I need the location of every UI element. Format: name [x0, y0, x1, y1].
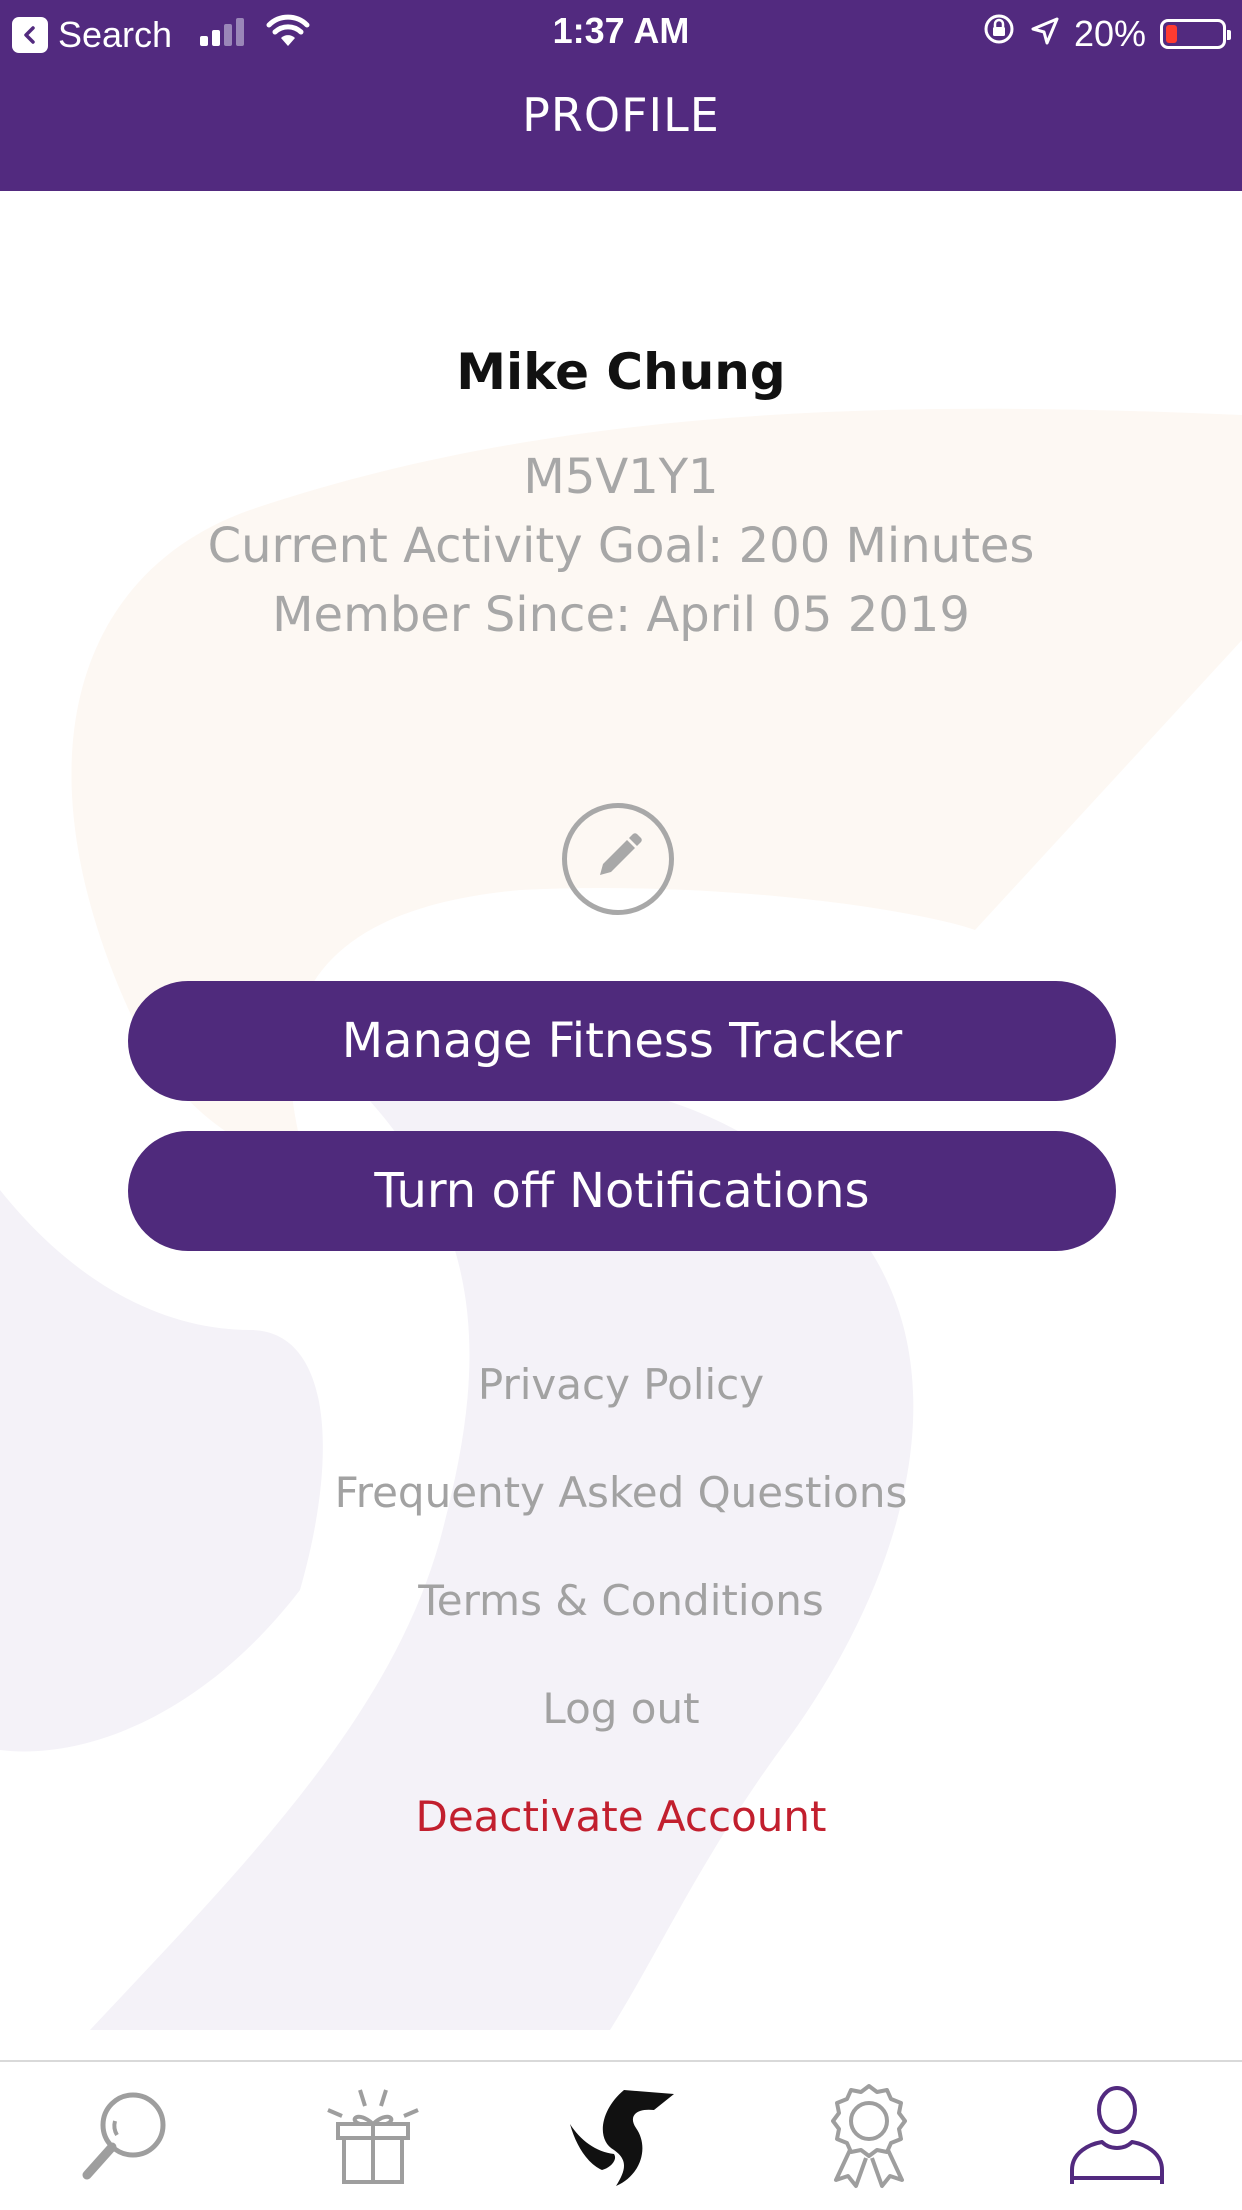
profile-name: Mike Chung [456, 343, 786, 401]
log-out-link[interactable]: Log out [0, 1684, 1242, 1733]
battery-icon [1160, 18, 1231, 49]
activity-goal: Current Activity Goal: 200 Minutes [207, 518, 1035, 574]
nav-bar: PROFILE [0, 64, 1242, 191]
search-icon [75, 2085, 175, 2189]
tab-profile[interactable] [1062, 2082, 1172, 2192]
orientation-lock-icon [982, 12, 1016, 55]
privacy-policy-link[interactable]: Privacy Policy [0, 1360, 1242, 1409]
pencil-icon [588, 827, 648, 891]
tab-rewards[interactable] [318, 2082, 428, 2192]
profile-icon [1062, 2080, 1172, 2194]
tab-home[interactable] [566, 2082, 676, 2192]
tab-bar [0, 2060, 1242, 2210]
deactivate-account-link[interactable]: Deactivate Account [0, 1792, 1242, 1841]
tab-achievements[interactable] [814, 2082, 924, 2192]
edit-profile-button[interactable] [562, 803, 674, 915]
battery-percent: 20% [1073, 12, 1146, 54]
award-ribbon-icon [814, 2080, 924, 2194]
location-icon [1030, 13, 1060, 55]
manage-fitness-tracker-button[interactable]: Manage Fitness Tracker [128, 981, 1116, 1101]
page-title: PROFILE [522, 88, 720, 142]
terms-conditions-link[interactable]: Terms & Conditions [0, 1576, 1242, 1625]
tab-search[interactable] [70, 2082, 180, 2192]
status-bar: Search 1:37 AM 20% [0, 0, 1242, 64]
member-since: Member Since: April 05 2019 [272, 587, 970, 643]
brand-logo-icon [566, 2080, 676, 2194]
gift-icon [318, 2080, 428, 2194]
turn-off-notifications-button[interactable]: Turn off Notifications [128, 1131, 1116, 1251]
postal-code: M5V1Y1 [523, 449, 719, 505]
faq-link[interactable]: Frequenty Asked Questions [0, 1468, 1242, 1517]
